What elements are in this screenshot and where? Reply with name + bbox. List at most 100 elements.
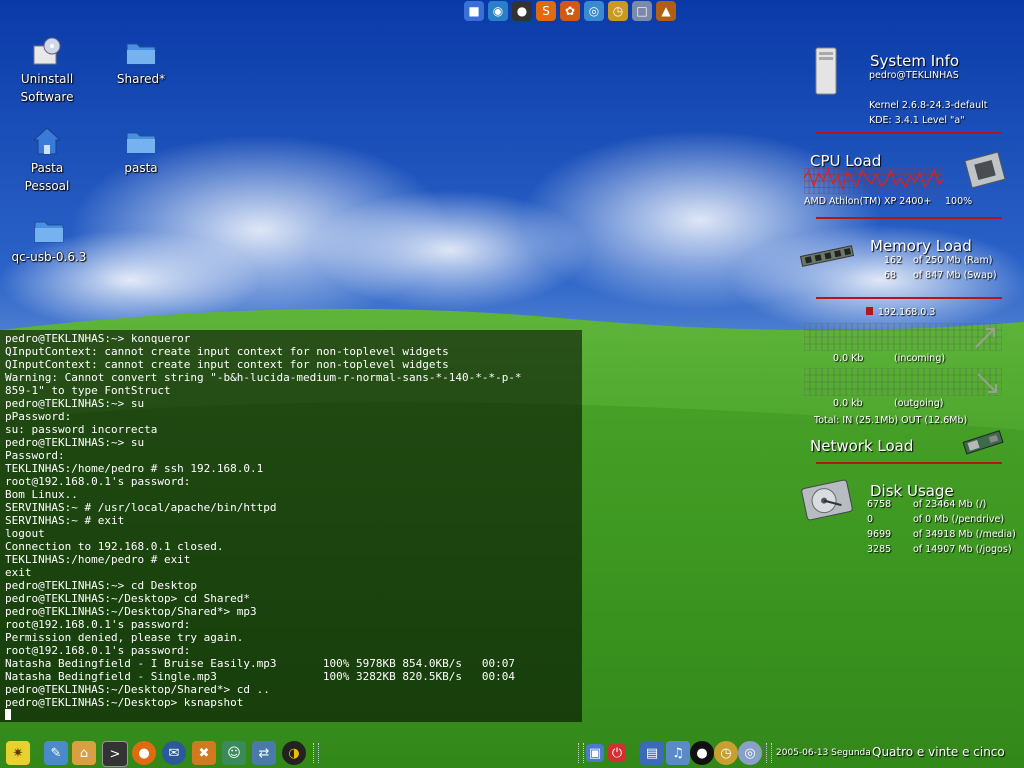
disk-title: Disk Usage bbox=[870, 482, 954, 500]
window-icon[interactable]: □ bbox=[632, 1, 652, 21]
disk-used: 3285 bbox=[867, 544, 892, 555]
cpu-chip-icon bbox=[964, 151, 1006, 189]
terminal-line: pedro@TEKLINHAS:~> su bbox=[5, 397, 145, 410]
terminal-line: pedro@TEKLINHAS:~/Desktop/Shared*> mp3 bbox=[5, 605, 257, 618]
folder-icon bbox=[34, 221, 64, 243]
kde-menu-icon[interactable]: ✷ bbox=[6, 741, 30, 765]
cpu-percent: 100% bbox=[945, 196, 973, 207]
terminal-line: Permission denied, please try again. bbox=[5, 631, 244, 644]
terminal-prompt-line[interactable] bbox=[5, 709, 582, 722]
edit-pen-icon[interactable]: ✎ bbox=[44, 741, 68, 765]
terminal-line: pedro@TEKLINHAS:~> konqueror bbox=[5, 332, 191, 345]
desktop-icon-pasta[interactable]: pasta bbox=[101, 125, 181, 177]
alarm-clock-icon[interactable]: ◷ bbox=[608, 1, 628, 21]
hard-disk-icon bbox=[801, 479, 853, 521]
sysinfo-kernel: Kernel 2.6.8-24.3-default bbox=[869, 100, 988, 111]
terminal-line: root@192.168.0.1's password: bbox=[5, 475, 191, 488]
volume-icon[interactable]: ♫ bbox=[666, 741, 690, 765]
terminal-line: logout bbox=[5, 527, 45, 540]
kde-panel: ✷ ✎ ⌂ > ● ✉ ✖ ☺ ⇄ ◑ ▣ ⏻ ▤ ♫ ● ◷ ◎ 2005-0… bbox=[0, 738, 1024, 768]
separator bbox=[816, 217, 1002, 219]
text-cursor bbox=[5, 709, 11, 720]
memory-title: Memory Load bbox=[870, 237, 972, 255]
cd-tray-icon[interactable]: ◎ bbox=[738, 741, 762, 765]
terminal-line: 859-1" to type FontStruct bbox=[5, 384, 171, 397]
network-out-label: (outgoing) bbox=[894, 398, 944, 409]
terminal-line: pPassword: bbox=[5, 410, 72, 423]
desktop-icon-label: Uninstall Software bbox=[20, 72, 74, 104]
desktop-icon-shared[interactable]: Shared* bbox=[101, 36, 181, 88]
sysinfo-title: System Info bbox=[870, 52, 960, 70]
swap-total: of 847 Mb (Swap) bbox=[913, 270, 997, 281]
network-incoming-graph bbox=[804, 323, 1002, 351]
thunderbird-icon[interactable]: ✉ bbox=[162, 741, 186, 765]
terminal-line: root@192.168.0.1's password: bbox=[5, 644, 191, 657]
network-link-icon bbox=[866, 307, 873, 315]
clock-tray-icon[interactable]: ◷ bbox=[714, 741, 738, 765]
network-card-icon bbox=[962, 430, 1004, 455]
top-quicklaunch-bar: ■ ◉ ● S ✿ ◎ ◷ □ ▲ bbox=[464, 1, 676, 23]
desktop-icon-label: Pasta Pessoal bbox=[24, 161, 70, 193]
terminal-window[interactable]: pedro@TEKLINHAS:~> konqueror QInputContex… bbox=[0, 330, 582, 722]
separator bbox=[816, 462, 1002, 464]
desktop-icon-label: Shared* bbox=[116, 72, 166, 86]
terminal-line: Connection to 192.168.0.1 closed. bbox=[5, 540, 224, 553]
bomb-icon[interactable]: ● bbox=[690, 741, 714, 765]
tools-icon[interactable]: ✖ bbox=[192, 741, 216, 765]
globe-icon[interactable]: ◉ bbox=[488, 1, 508, 21]
swap-used: 68 bbox=[884, 270, 897, 281]
lock-icon[interactable]: ▣ bbox=[586, 744, 604, 762]
disk-used: 6758 bbox=[867, 499, 892, 510]
network-tray-icon[interactable]: ▤ bbox=[640, 741, 664, 765]
folder-icon bbox=[126, 132, 156, 154]
clock-time[interactable]: Quatro e vinte e cinco bbox=[872, 745, 1005, 759]
terminal-line: root@192.168.0.1's password: bbox=[5, 618, 191, 631]
screen-icon[interactable]: ◑ bbox=[282, 741, 306, 765]
power-icon[interactable]: ⏻ bbox=[608, 744, 626, 762]
firefox-icon[interactable]: ● bbox=[132, 741, 156, 765]
desktop-icon-pasta-pessoal[interactable]: Pasta Pessoal bbox=[7, 125, 87, 195]
terminal-line: TEKLINHAS:/home/pedro # ssh 192.168.0.1 bbox=[5, 462, 264, 475]
terminal-line: exit bbox=[5, 566, 32, 579]
disk-total: of 0 Mb (/pendrive) bbox=[913, 514, 1005, 525]
eye-icon[interactable]: ◎ bbox=[584, 1, 604, 21]
users-icon[interactable]: ☺ bbox=[222, 741, 246, 765]
disk-used: 9699 bbox=[867, 529, 892, 540]
terminal-icon[interactable]: > bbox=[102, 741, 128, 767]
ram-module-icon bbox=[799, 245, 855, 267]
panel-handle[interactable] bbox=[313, 743, 319, 763]
home-icon[interactable]: ⌂ bbox=[72, 741, 96, 765]
desktop-icon-uninstall-software[interactable]: Uninstall Software bbox=[7, 36, 87, 106]
bank-icon[interactable]: ▲ bbox=[656, 1, 676, 21]
desktop-icon-qc-usb[interactable]: qc-usb-0.6.3 bbox=[7, 214, 91, 266]
cube-icon[interactable]: ■ bbox=[464, 1, 484, 21]
separator bbox=[816, 132, 1002, 134]
terminal-line: pedro@TEKLINHAS:~/Desktop> cd Shared* bbox=[5, 592, 251, 605]
panel-handle[interactable] bbox=[766, 743, 772, 763]
penguin-icon[interactable]: ● bbox=[512, 1, 532, 21]
desktop-icon-label: pasta bbox=[124, 161, 158, 175]
terminal-line: pedro@TEKLINHAS:~/Desktop/Shared*> cd .. bbox=[5, 683, 270, 696]
clock-date[interactable]: 2005-06-13 Segunda bbox=[776, 748, 871, 758]
terminal-line: Password: bbox=[5, 449, 65, 462]
cpu-model: AMD Athlon(TM) XP 2400+ bbox=[804, 196, 932, 207]
terminal-line: su: password incorrecta bbox=[5, 423, 158, 436]
feather-icon[interactable]: ✿ bbox=[560, 1, 580, 21]
terminal-line: pedro@TEKLINHAS:~> su bbox=[5, 436, 145, 449]
network-totals: Total: IN (25.1Mb) OUT (12.6Mb) bbox=[814, 415, 968, 426]
panel-handle[interactable] bbox=[578, 743, 584, 763]
sysinfo-user: pedro@TEKLINHAS bbox=[869, 70, 959, 81]
terminal-line: Natasha Bedingfield - Single.mp3 100% 32… bbox=[5, 670, 515, 683]
sysinfo-kde: KDE: 3.4.1 Level "a" bbox=[869, 115, 965, 126]
home-folder-icon bbox=[32, 127, 62, 155]
terminal-output: pedro@TEKLINHAS:~> konqueror QInputContex… bbox=[5, 332, 582, 709]
desktop-icon-label: qc-usb-0.6.3 bbox=[11, 250, 87, 264]
network-outgoing-graph bbox=[804, 368, 1002, 396]
disk-total: of 34918 Mb (/media) bbox=[913, 529, 1016, 540]
network-transfer-icon[interactable]: ⇄ bbox=[252, 741, 276, 765]
terminal-line: TEKLINHAS:/home/pedro # exit bbox=[5, 553, 191, 566]
terminal-line: QInputContext: cannot create input conte… bbox=[5, 345, 449, 358]
terminal-line: Warning: Cannot convert string "-b&h-luc… bbox=[5, 371, 522, 384]
skype-icon[interactable]: S bbox=[536, 1, 556, 21]
network-in-rate: 0.0 Kb bbox=[833, 353, 864, 364]
